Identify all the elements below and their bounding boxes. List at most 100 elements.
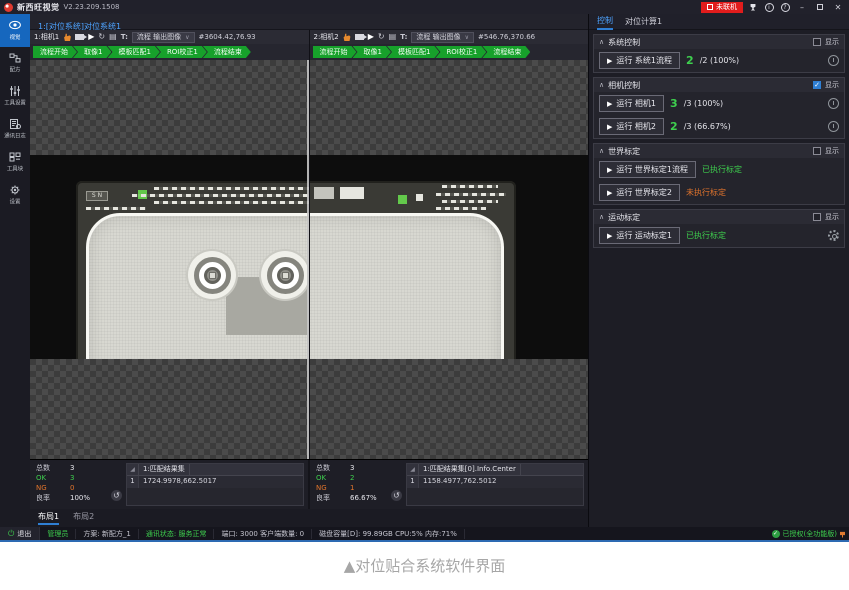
show-checkbox[interactable] xyxy=(813,213,821,221)
exit-icon: ⏻ xyxy=(8,530,14,538)
show-checkbox[interactable]: ✓ xyxy=(813,81,821,89)
window-bottom-accent xyxy=(0,540,849,542)
history-icon[interactable] xyxy=(828,55,839,66)
flow-chip[interactable]: 流程开始 xyxy=(33,46,77,58)
run-world-calib2-button[interactable]: ▶运行 世界标定2 xyxy=(599,184,680,201)
gear-icon[interactable] xyxy=(828,230,839,241)
section-motion-calibration: ∧ 运动标定 显示 ▶运行 运动标定1 已执行标定 xyxy=(593,209,845,248)
close-button[interactable]: ✕ xyxy=(831,2,845,13)
maximize-button[interactable] xyxy=(813,2,827,13)
show-checkbox[interactable] xyxy=(813,38,821,46)
camera1-image-view[interactable]: S N xyxy=(30,60,309,459)
recipe-name: 方案: 新配方_1 xyxy=(76,529,139,539)
offline-badge[interactable]: 未联机 xyxy=(701,2,743,13)
title-bar: 新西旺视觉 V2.23.209.1508 未联机 i ? – ✕ xyxy=(0,0,849,14)
play-icon[interactable]: ▶ xyxy=(368,32,374,42)
tab-layout1[interactable]: 布局1 xyxy=(38,511,59,525)
camera-icon[interactable] xyxy=(355,32,364,42)
collapse-icon[interactable]: ∧ xyxy=(599,147,604,155)
reset-counter-icon[interactable]: ↺ xyxy=(391,490,402,501)
sidebar-item-recipe[interactable]: 配方 xyxy=(0,47,30,80)
camera2-output-select[interactable]: 流程 输出图像 ∨ xyxy=(411,32,474,43)
image-icon[interactable]: ▤ xyxy=(109,32,117,42)
image-icon[interactable]: ▤ xyxy=(389,32,397,42)
camera2-photo xyxy=(310,155,589,359)
collapse-icon[interactable]: ∧ xyxy=(599,81,604,89)
history-icon[interactable] xyxy=(828,121,839,132)
sidebar-item-vision[interactable]: 视觉 xyxy=(0,14,30,47)
flow-chip[interactable]: 流程结束 xyxy=(482,46,530,58)
tab-layout2[interactable]: 布局2 xyxy=(73,511,94,523)
table-header: 1:匹配结果集[0].Info.Center xyxy=(419,464,521,475)
flow-chip[interactable]: 模板匹配1 xyxy=(387,46,439,58)
system-tab-row: 1:[对位系统]对位系统1 xyxy=(30,14,588,30)
flow-chip[interactable]: 模板匹配1 xyxy=(107,46,159,58)
license-trophy-icon[interactable] xyxy=(747,2,759,13)
camera1-output-select[interactable]: 流程 输出图像 ∨ xyxy=(132,32,195,43)
show-checkbox[interactable] xyxy=(813,147,821,155)
camera2-stats: 总数3 OK2 NG1 良率66.67% ↺ ◢ 1:匹配结果集[0].Info… xyxy=(310,460,588,509)
flow-chip[interactable]: 取像1 xyxy=(353,46,391,58)
flow-chip[interactable]: ROI校正1 xyxy=(156,46,207,58)
info-icon[interactable]: i xyxy=(763,2,775,13)
table-row[interactable]: 1 1158.4977,762.5012 xyxy=(407,476,583,488)
sidebar-item-tool-settings[interactable]: 工具设置 xyxy=(0,80,30,113)
run-motion-calib1-button[interactable]: ▶运行 运动标定1 xyxy=(599,227,680,244)
transparency-checker xyxy=(30,359,309,459)
collapse-icon[interactable]: ∧ xyxy=(599,38,604,46)
sidebar-item-settings[interactable]: 设置 xyxy=(0,179,30,212)
app-version: V2.23.209.1508 xyxy=(64,3,120,11)
camera1-result-table: ◢ 1:匹配结果集 1 1724.9978,662.5017 xyxy=(126,463,304,506)
sidebar-item-comm-log[interactable]: 通讯日志 xyxy=(0,113,30,146)
total-value: 3 xyxy=(70,463,74,473)
blocks-icon xyxy=(9,152,21,162)
stats-row: 总数3 OK3 NG0 良率100% ↺ ◢ 1:匹配结果集 1 17 xyxy=(30,459,588,509)
calib-status: 未执行标定 xyxy=(686,187,726,198)
camera1-label: 1:相机1 xyxy=(34,32,59,42)
run-world-calib1-button[interactable]: ▶运行 世界标定1流程 xyxy=(599,161,696,178)
reset-counter-icon[interactable]: ↺ xyxy=(111,490,122,501)
play-icon[interactable]: ▶ xyxy=(88,32,94,42)
collapse-icon[interactable]: ∧ xyxy=(599,213,604,221)
refresh-icon[interactable]: ↻ xyxy=(378,32,385,42)
pan-hand-icon[interactable] xyxy=(343,32,351,42)
camera2-image-view[interactable] xyxy=(310,60,589,459)
run-camera2-button[interactable]: ▶运行 相机2 xyxy=(599,118,664,135)
ng-value: 1 xyxy=(350,483,354,493)
table-row[interactable]: 1 1724.9978,662.5017 xyxy=(127,476,303,488)
help-icon[interactable]: ? xyxy=(779,2,791,13)
play-icon: ▶ xyxy=(607,57,612,65)
control-panel-tabs: 控制 对位计算1 xyxy=(589,14,849,30)
minimize-button[interactable]: – xyxy=(795,2,809,13)
camera-icon[interactable] xyxy=(75,32,84,42)
gear-icon xyxy=(9,185,21,195)
flow-chip[interactable]: 流程结束 xyxy=(203,46,251,58)
chevron-down-icon: ∨ xyxy=(185,34,189,41)
sidebar-item-tool-block[interactable]: 工具块 xyxy=(0,146,30,179)
sidebar: 视觉 配方 工具设置 通讯日志 工具块 设置 xyxy=(0,14,30,527)
sliders-icon xyxy=(9,86,21,96)
tab-alignment-calc[interactable]: 对位计算1 xyxy=(625,16,662,27)
main-area: 1:[对位系统]对位系统1 1:相机1 ▶ ↻ ▤ T: 流程 输出图像 xyxy=(30,14,588,527)
license-status: ✓ 已授权(全功能版) xyxy=(772,529,849,539)
play-icon: ▶ xyxy=(607,166,612,174)
refresh-icon[interactable]: ↻ xyxy=(98,32,105,42)
eye-icon xyxy=(9,20,21,30)
tab-control[interactable]: 控制 xyxy=(597,14,613,30)
text-overlay-icon[interactable]: T: xyxy=(400,32,407,42)
history-icon[interactable] xyxy=(828,98,839,109)
camera1-toolbar: 1:相机1 ▶ ↻ ▤ T: 流程 输出图像 ∨ #3604.42,76.93 xyxy=(30,30,309,44)
flow-chip[interactable]: ROI校正1 xyxy=(435,46,486,58)
calib-status: 已执行标定 xyxy=(686,230,726,241)
text-overlay-icon[interactable]: T: xyxy=(121,32,128,42)
flow-chip[interactable]: 流程开始 xyxy=(313,46,357,58)
run-camera1-button[interactable]: ▶运行 相机1 xyxy=(599,95,664,112)
pan-hand-icon[interactable] xyxy=(63,32,71,42)
flow-chip[interactable]: 取像1 xyxy=(73,46,111,58)
port-clients: 端口: 3000 客户端数量: 0 xyxy=(214,529,312,539)
section-world-calibration: ∧ 世界标定 显示 ▶运行 世界标定1流程 已执行标定 ▶运行 世界标定2 未执… xyxy=(593,143,845,205)
play-icon: ▶ xyxy=(607,189,612,197)
run-system1-button[interactable]: ▶运行 系统1流程 xyxy=(599,52,680,69)
camera2-label: 2:相机2 xyxy=(314,32,339,42)
exit-button[interactable]: ⏻ 退出 xyxy=(0,527,40,540)
